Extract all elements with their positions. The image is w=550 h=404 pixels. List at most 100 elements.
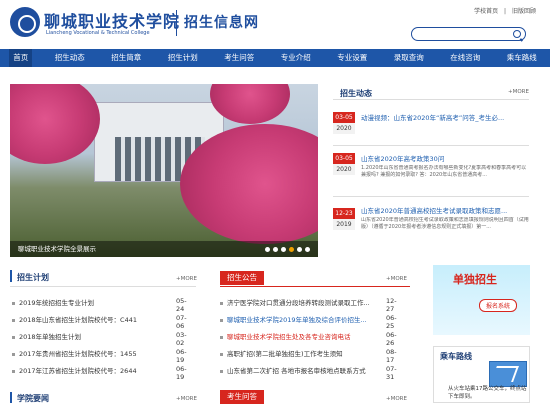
- nav-item-plan[interactable]: 招生计划: [164, 49, 202, 67]
- nav-item-home[interactable]: 首页: [9, 49, 33, 67]
- nav-item-qa[interactable]: 考生问答: [220, 49, 258, 67]
- list-item-date: 06-19: [176, 348, 187, 364]
- nav-item-bus-route[interactable]: 乘车路线: [503, 49, 541, 67]
- site-header: 聊城职业技术学院 Liancheng Vocational & Technica…: [0, 0, 550, 48]
- news-date: 03-05 2020: [333, 112, 355, 134]
- list-item[interactable]: 山东省第二次扩招 各地市报名审核地点联系方式: [220, 365, 366, 375]
- bullet-icon: [12, 352, 15, 356]
- header-divider: [176, 10, 177, 36]
- list-item-text[interactable]: 2019年统招招生专业计划: [19, 299, 94, 307]
- list-item-date: 08-17: [386, 348, 397, 364]
- news-section-title: 招生动态: [340, 89, 372, 98]
- school-logo-name[interactable]: 聊城职业技术学院: [44, 8, 180, 32]
- school-emblem-icon[interactable]: [10, 7, 40, 37]
- nav-item-brochure[interactable]: 招生简章: [107, 49, 145, 67]
- list-item-text[interactable]: 2017年贵州省招生计划院校代号：1455: [19, 350, 137, 358]
- divider: [333, 196, 529, 197]
- news-date-day: 03-05: [333, 153, 355, 164]
- ad-register-button[interactable]: 报名系统: [479, 299, 518, 312]
- bus-route-title: 乘车路线: [440, 352, 472, 361]
- list-item-text[interactable]: 高职扩招(第二批单独招生)工作考生须知: [227, 350, 343, 358]
- list-item-text[interactable]: 2017年江苏省招生计划院校代号：2644: [19, 367, 137, 375]
- list-item-text[interactable]: 山东省第二次扩招 各地市报名审核地点联系方式: [227, 367, 366, 375]
- nav-item-majors[interactable]: 专业介绍: [277, 49, 315, 67]
- bus-route-box[interactable]: 乘车路线 从火车站乘17路公交车，终点站下车即到。: [433, 346, 530, 403]
- news-title[interactable]: 动漫视频：山东省2020年“新高考”问答_考生必...: [361, 112, 531, 122]
- ad-title: 单独招生: [453, 273, 497, 286]
- news-date-year: 2019: [333, 219, 355, 230]
- search-input[interactable]: [411, 27, 526, 41]
- list-item-date: 07-31: [386, 365, 397, 381]
- nav-item-news[interactable]: 招生动态: [51, 49, 89, 67]
- notice-more-link[interactable]: +MORE: [386, 276, 407, 282]
- nav-item-major-setup[interactable]: 专业设置: [333, 49, 371, 67]
- news-title[interactable]: 山东省2020年高考政策30问: [361, 153, 531, 163]
- bullet-icon: [220, 301, 223, 305]
- campus-banner[interactable]: 聊城职业技术学院全景展示: [10, 84, 318, 257]
- list-item[interactable]: 2019年统招招生专业计划: [12, 297, 94, 307]
- list-item[interactable]: 聊城职业技术学院2019年单独及综合评价招生...: [220, 314, 367, 324]
- news-date-day: 03-05: [333, 112, 355, 123]
- list-item-text[interactable]: 聊城职业技术学院招生处及各专业咨询电话: [227, 333, 351, 341]
- section-marker: [10, 270, 12, 282]
- link-school-home[interactable]: 学校首页: [474, 8, 498, 15]
- link-old-version[interactable]: 旧版回顾: [512, 8, 536, 15]
- school-news-section-title: 学院要闻: [17, 394, 49, 403]
- bullet-icon: [220, 369, 223, 373]
- list-item[interactable]: 2017年贵州省招生计划院校代号：1455: [12, 348, 137, 358]
- nav-item-admission-query[interactable]: 录取查询: [390, 49, 428, 67]
- plan-more-link[interactable]: +MORE: [176, 276, 197, 282]
- section-marker: [10, 392, 12, 403]
- list-item[interactable]: 2018年山东省招生计划院校代号：C441: [12, 314, 137, 324]
- list-item[interactable]: 济宁医学院对口贯通分段培养转段测试录取工作...: [220, 297, 370, 307]
- map-icon[interactable]: [489, 361, 527, 387]
- list-item-text[interactable]: 2018年山东省招生计划院校代号：C441: [19, 316, 137, 324]
- bus-route-text: 从火车站乘17路公交车，终点站下车即到。: [448, 386, 527, 400]
- list-item[interactable]: 2018年单独招生计划: [12, 331, 81, 341]
- banner-dot[interactable]: [297, 247, 302, 252]
- tab-qa[interactable]: 考生问答: [220, 390, 264, 404]
- banner-dot[interactable]: [305, 247, 310, 252]
- list-item[interactable]: 聊城职业技术学院招生处及各专业咨询电话: [220, 331, 351, 341]
- divider: [220, 286, 410, 287]
- divider: [333, 145, 529, 146]
- qa-more-link[interactable]: +MORE: [386, 396, 407, 402]
- list-item-date: 05-24: [176, 297, 187, 313]
- news-summary: 1.2020年山东省普通高考报名办法有哪些新变化?夏季高考和春季高考可以兼报吗?…: [361, 165, 527, 178]
- banner-dot[interactable]: [273, 247, 278, 252]
- banner-dot-active[interactable]: [289, 247, 294, 252]
- blossom-image: [10, 84, 100, 164]
- list-item-date: 12-27: [386, 297, 397, 313]
- search-icon[interactable]: [513, 30, 521, 38]
- list-item[interactable]: 高职扩招(第二批单独招生)工作考生须知: [220, 348, 343, 358]
- news-date: 12-23 2019: [333, 208, 355, 230]
- school-logo-english: Liancheng Vocational & Technical College: [46, 30, 150, 36]
- bullet-icon: [220, 318, 223, 322]
- banner-dot[interactable]: [265, 247, 270, 252]
- list-item-date: 06-19: [176, 365, 187, 381]
- top-links-separator: |: [504, 8, 507, 15]
- bullet-icon: [12, 301, 15, 305]
- bullet-icon: [220, 335, 223, 339]
- list-item-text[interactable]: 2018年单独招生计划: [19, 333, 81, 341]
- list-item-date: 06-25: [386, 314, 397, 330]
- bullet-icon: [12, 318, 15, 322]
- nav-item-online-consult[interactable]: 在线咨询: [446, 49, 484, 67]
- banner-dot[interactable]: [281, 247, 286, 252]
- main-nav: 首页 招生动态 招生简章 招生计划 考生问答 专业介绍 专业设置 录取查询 在线…: [0, 49, 550, 67]
- school-news-more-link[interactable]: +MORE: [176, 396, 197, 402]
- news-title[interactable]: 山东省2020年普通高校招生考试录取政策和志愿...: [361, 205, 531, 215]
- list-item-text[interactable]: 聊城职业技术学院2019年单独及综合评价招生...: [227, 316, 367, 324]
- tab-notice[interactable]: 招生公告: [220, 271, 264, 285]
- single-enrollment-ad[interactable]: 单独招生 报名系统: [433, 265, 530, 335]
- news-summary: 山东省2020年普通高校招生考试录取政策和志愿填报规则说明且四首（试用版）（遵循…: [361, 217, 529, 230]
- news-date-year: 2020: [333, 123, 355, 134]
- top-links: 学校首页 | 旧版回顾: [470, 6, 536, 15]
- site-title: 招生信息网: [184, 15, 259, 31]
- list-item-date: 06-26: [386, 331, 397, 347]
- news-more-link[interactable]: +MORE: [508, 89, 529, 95]
- news-date: 03-05 2020: [333, 153, 355, 175]
- list-item[interactable]: 2017年江苏省招生计划院校代号：2644: [12, 365, 137, 375]
- banner-pagination: [265, 247, 310, 252]
- list-item-text[interactable]: 济宁医学院对口贯通分段培养转段测试录取工作...: [227, 299, 370, 307]
